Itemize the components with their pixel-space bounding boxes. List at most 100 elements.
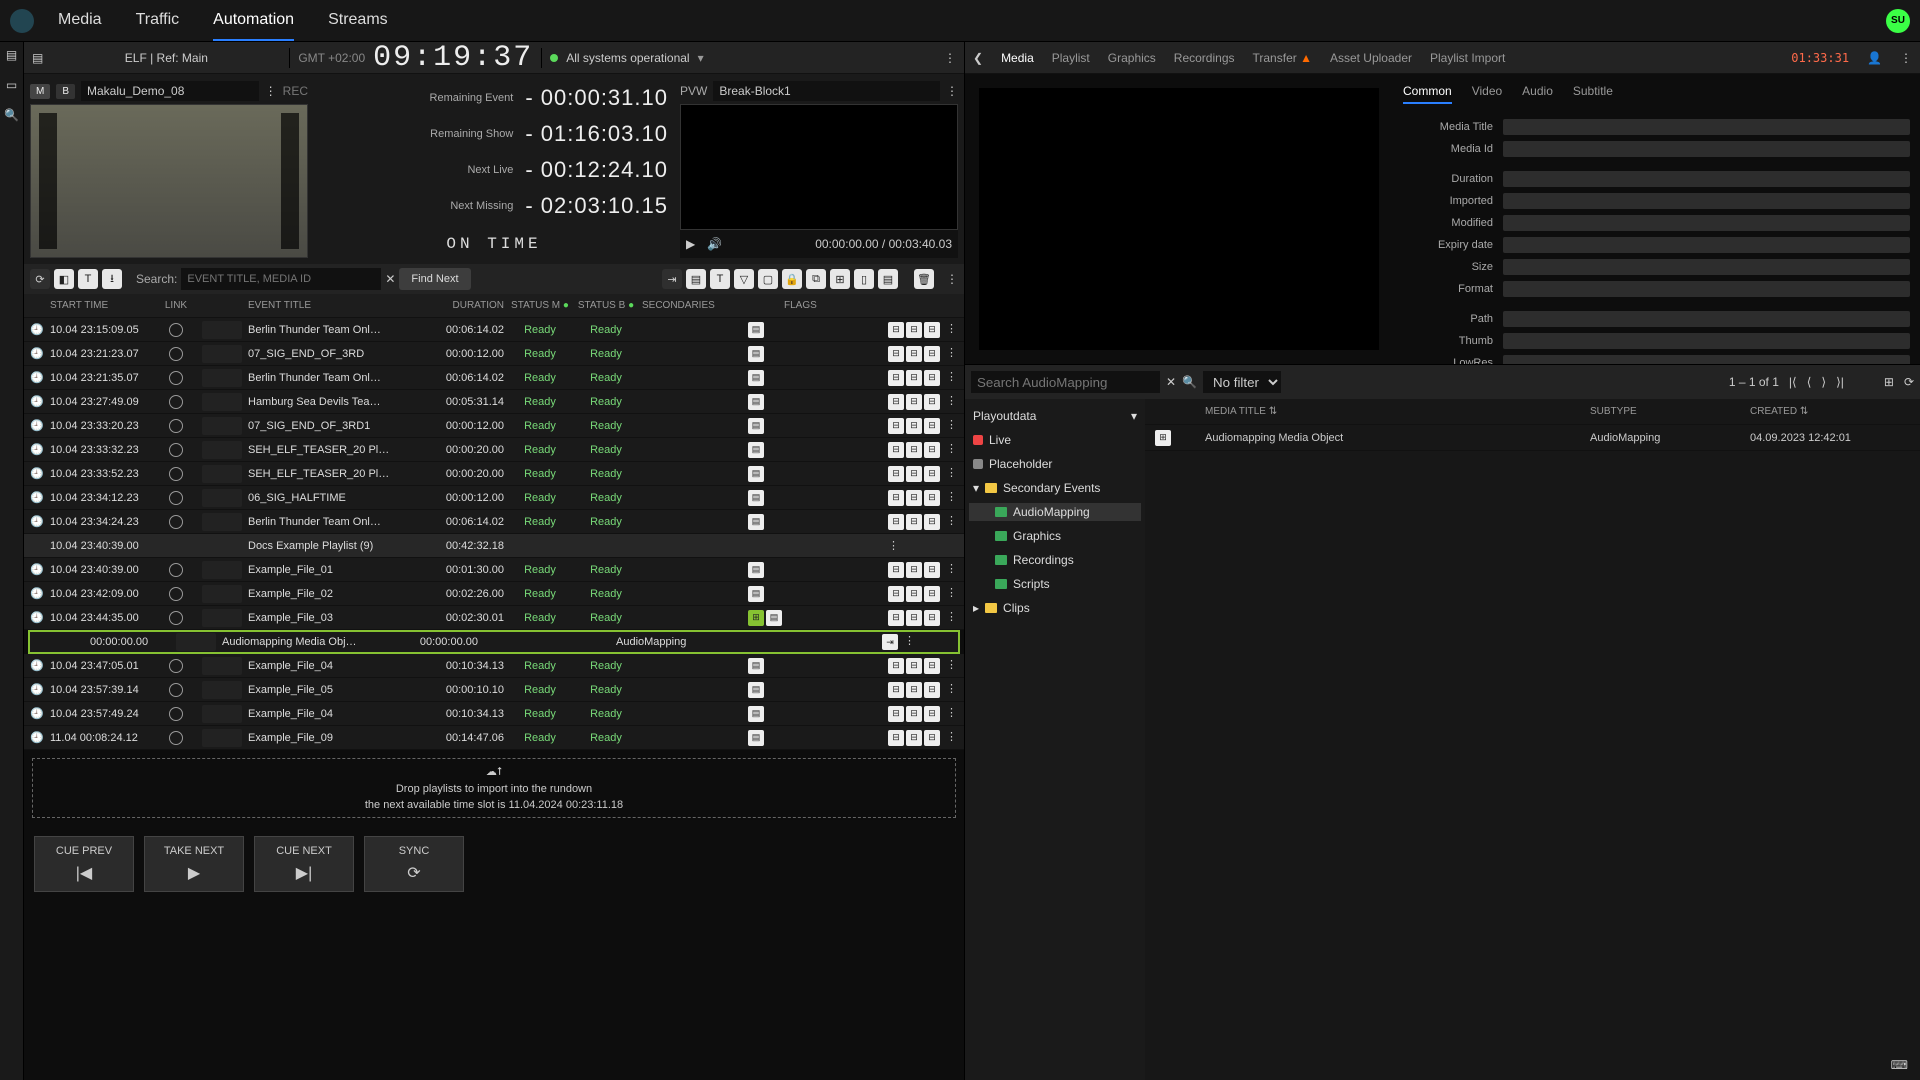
row-more-icon[interactable]: ⋮ xyxy=(946,322,957,338)
row-more-icon[interactable]: ⋮ xyxy=(904,634,915,650)
flag-icon[interactable]: ▤ xyxy=(748,394,764,410)
tree-node-live[interactable]: Live xyxy=(969,431,1141,449)
tree-node-graphics[interactable]: Graphics xyxy=(969,527,1141,545)
col-status-m[interactable]: STATUS M ● xyxy=(510,300,570,311)
tree-node-audiomapping[interactable]: AudioMapping xyxy=(969,503,1141,521)
action-c-icon[interactable]: ⊟ xyxy=(924,730,940,746)
flag-icon[interactable]: ▤ xyxy=(748,442,764,458)
flag-icon[interactable]: ▤ xyxy=(748,322,764,338)
col-status-b[interactable]: STATUS B ● xyxy=(576,300,636,311)
table-row[interactable]: 🕘10.04 23:21:23.0707_SIG_END_OF_3RD00:00… xyxy=(24,342,964,366)
col-secondaries[interactable]: SECONDARIES xyxy=(642,300,742,311)
pager-last-icon[interactable]: ⟩| xyxy=(1836,375,1844,389)
refresh-icon[interactable]: ⟳ xyxy=(30,269,50,289)
tree-node-recordings[interactable]: Recordings xyxy=(969,551,1141,569)
action-b-icon[interactable]: ⊟ xyxy=(906,394,922,410)
table-row[interactable]: 🕘10.04 23:42:09.00Example_File_0200:02:2… xyxy=(24,582,964,606)
rtab-asset-uploader[interactable]: Asset Uploader xyxy=(1330,51,1412,65)
action-a-icon[interactable]: ⊟ xyxy=(888,490,904,506)
nav-automation[interactable]: Automation xyxy=(213,1,294,41)
toolbar-more-icon[interactable]: ⋮ xyxy=(946,272,958,286)
row-more-icon[interactable]: ⋮ xyxy=(946,346,957,362)
t4-icon[interactable]: ▽ xyxy=(734,269,754,289)
table-row[interactable]: 🕘10.04 23:40:39.00Example_File_0100:01:3… xyxy=(24,558,964,582)
tool-b-icon[interactable]: T xyxy=(78,269,98,289)
col-duration[interactable]: DURATION xyxy=(424,300,504,311)
take-next-button[interactable]: TAKE NEXT▶ xyxy=(144,836,244,892)
rtab-playlist-import[interactable]: Playlist Import xyxy=(1430,51,1505,65)
play-icon[interactable]: ▶ xyxy=(686,237,695,251)
browser-search-icon[interactable]: 🔍 xyxy=(1182,375,1197,389)
rtab-media[interactable]: Media xyxy=(1001,51,1034,65)
action-b-icon[interactable]: ⊟ xyxy=(906,490,922,506)
pager-first-icon[interactable]: |⟨ xyxy=(1789,375,1797,389)
flag-icon[interactable]: ▤ xyxy=(748,490,764,506)
action-a-icon[interactable]: ⊟ xyxy=(888,418,904,434)
playlist-drop-zone[interactable]: ☁︎⭡ Drop playlists to import into the ru… xyxy=(32,758,956,818)
action-b-icon[interactable]: ⊟ xyxy=(906,610,922,626)
row-more-icon[interactable]: ⋮ xyxy=(946,706,957,722)
row-more-icon[interactable]: ⋮ xyxy=(946,442,957,458)
action-c-icon[interactable]: ⊟ xyxy=(924,466,940,482)
t5-icon[interactable]: ▢ xyxy=(758,269,778,289)
tree-node-clips[interactable]: ▸Clips xyxy=(969,599,1141,617)
action-b-icon[interactable]: ⊟ xyxy=(906,442,922,458)
rtab-transfer[interactable]: Transfer xyxy=(1253,51,1312,65)
action-b-icon[interactable]: ⊟ xyxy=(906,514,922,530)
col-link[interactable]: LINK xyxy=(156,300,196,311)
chevron-down-icon[interactable]: ▾ xyxy=(698,51,704,65)
row-more-icon[interactable]: ⋮ xyxy=(946,418,957,434)
keyboard-icon[interactable]: ⌨ xyxy=(1891,1058,1908,1072)
table-row[interactable]: 🕘10.04 23:47:05.01Example_File_0400:10:3… xyxy=(24,654,964,678)
tool-c-icon[interactable]: ⭳ xyxy=(102,269,122,289)
delete-icon[interactable]: 🗑 xyxy=(914,269,934,289)
action-b-icon[interactable]: ⊟ xyxy=(906,730,922,746)
table-row[interactable]: 🕘10.04 23:33:52.23SEH_ELF_TEASER_20 Pl…0… xyxy=(24,462,964,486)
table-row[interactable]: 🕘10.04 23:21:35.07Berlin Thunder Team On… xyxy=(24,366,964,390)
flag-icon[interactable]: ▤ xyxy=(748,466,764,482)
action-a-icon[interactable]: ⊟ xyxy=(888,442,904,458)
col-start-time[interactable]: START TIME xyxy=(50,300,150,311)
meta-tab-video[interactable]: Video xyxy=(1472,84,1502,104)
col-event-title[interactable]: EVENT TITLE xyxy=(248,300,418,311)
t7-icon[interactable]: ⊞ xyxy=(830,269,850,289)
nav-media[interactable]: Media xyxy=(58,1,102,41)
lock-icon[interactable]: 🔒 xyxy=(782,269,802,289)
action-b-icon[interactable]: ⊟ xyxy=(906,682,922,698)
search-icon[interactable]: 🔍 xyxy=(4,108,19,122)
row-more-icon[interactable]: ⋮ xyxy=(946,610,957,626)
row-more-icon[interactable]: ⋮ xyxy=(946,514,957,530)
action-c-icon[interactable]: ⊟ xyxy=(924,418,940,434)
action-b-icon[interactable]: ⊟ xyxy=(906,466,922,482)
table-row[interactable]: 🕘10.04 23:34:24.23Berlin Thunder Team On… xyxy=(24,510,964,534)
action-a-icon[interactable]: ⊟ xyxy=(888,322,904,338)
table-row[interactable]: 00:00:00.00Audiomapping Media Obj…00:00:… xyxy=(28,630,960,654)
grid-view-icon[interactable]: ⊞ xyxy=(1884,375,1894,389)
table-row[interactable]: 🕘10.04 23:33:20.2307_SIG_END_OF_3RD100:0… xyxy=(24,414,964,438)
action-a-icon[interactable]: ⊟ xyxy=(888,346,904,362)
panel-back-icon[interactable]: ❮ xyxy=(973,51,983,65)
rtab-recordings[interactable]: Recordings xyxy=(1174,51,1235,65)
tree-root[interactable]: Playoutdata▾ xyxy=(969,407,1141,425)
action-a-icon[interactable]: ⊟ xyxy=(888,730,904,746)
lcol-created[interactable]: CREATED ⇅ xyxy=(1750,406,1910,417)
t9-icon[interactable]: ▤ xyxy=(878,269,898,289)
tree-node-placeholder[interactable]: Placeholder xyxy=(969,455,1141,473)
flag-icon[interactable]: ⇥ xyxy=(882,634,898,650)
flag-icon[interactable]: ▤ xyxy=(748,658,764,674)
action-b-icon[interactable]: ⊟ xyxy=(906,322,922,338)
cue-next-button[interactable]: CUE NEXT▶| xyxy=(254,836,354,892)
table-row[interactable]: 🕘11.04 00:08:24.12Example_File_0900:14:4… xyxy=(24,726,964,750)
user-icon[interactable]: 👤 xyxy=(1867,51,1882,65)
row-more-icon[interactable]: ⋮ xyxy=(888,539,899,552)
action-c-icon[interactable]: ⊟ xyxy=(924,514,940,530)
browser-search-input[interactable] xyxy=(971,371,1160,393)
action-a-icon[interactable]: ⊟ xyxy=(888,610,904,626)
pager-prev-icon[interactable]: ⟨ xyxy=(1807,375,1812,389)
row-more-icon[interactable]: ⋮ xyxy=(946,370,957,386)
system-status[interactable]: All systems operational xyxy=(566,51,689,65)
nav-streams[interactable]: Streams xyxy=(328,1,388,41)
flag-icon[interactable]: ▤ xyxy=(748,370,764,386)
browser-filter-select[interactable]: No filter xyxy=(1203,371,1281,393)
view-mode-icon[interactable]: ▤ xyxy=(6,48,17,62)
